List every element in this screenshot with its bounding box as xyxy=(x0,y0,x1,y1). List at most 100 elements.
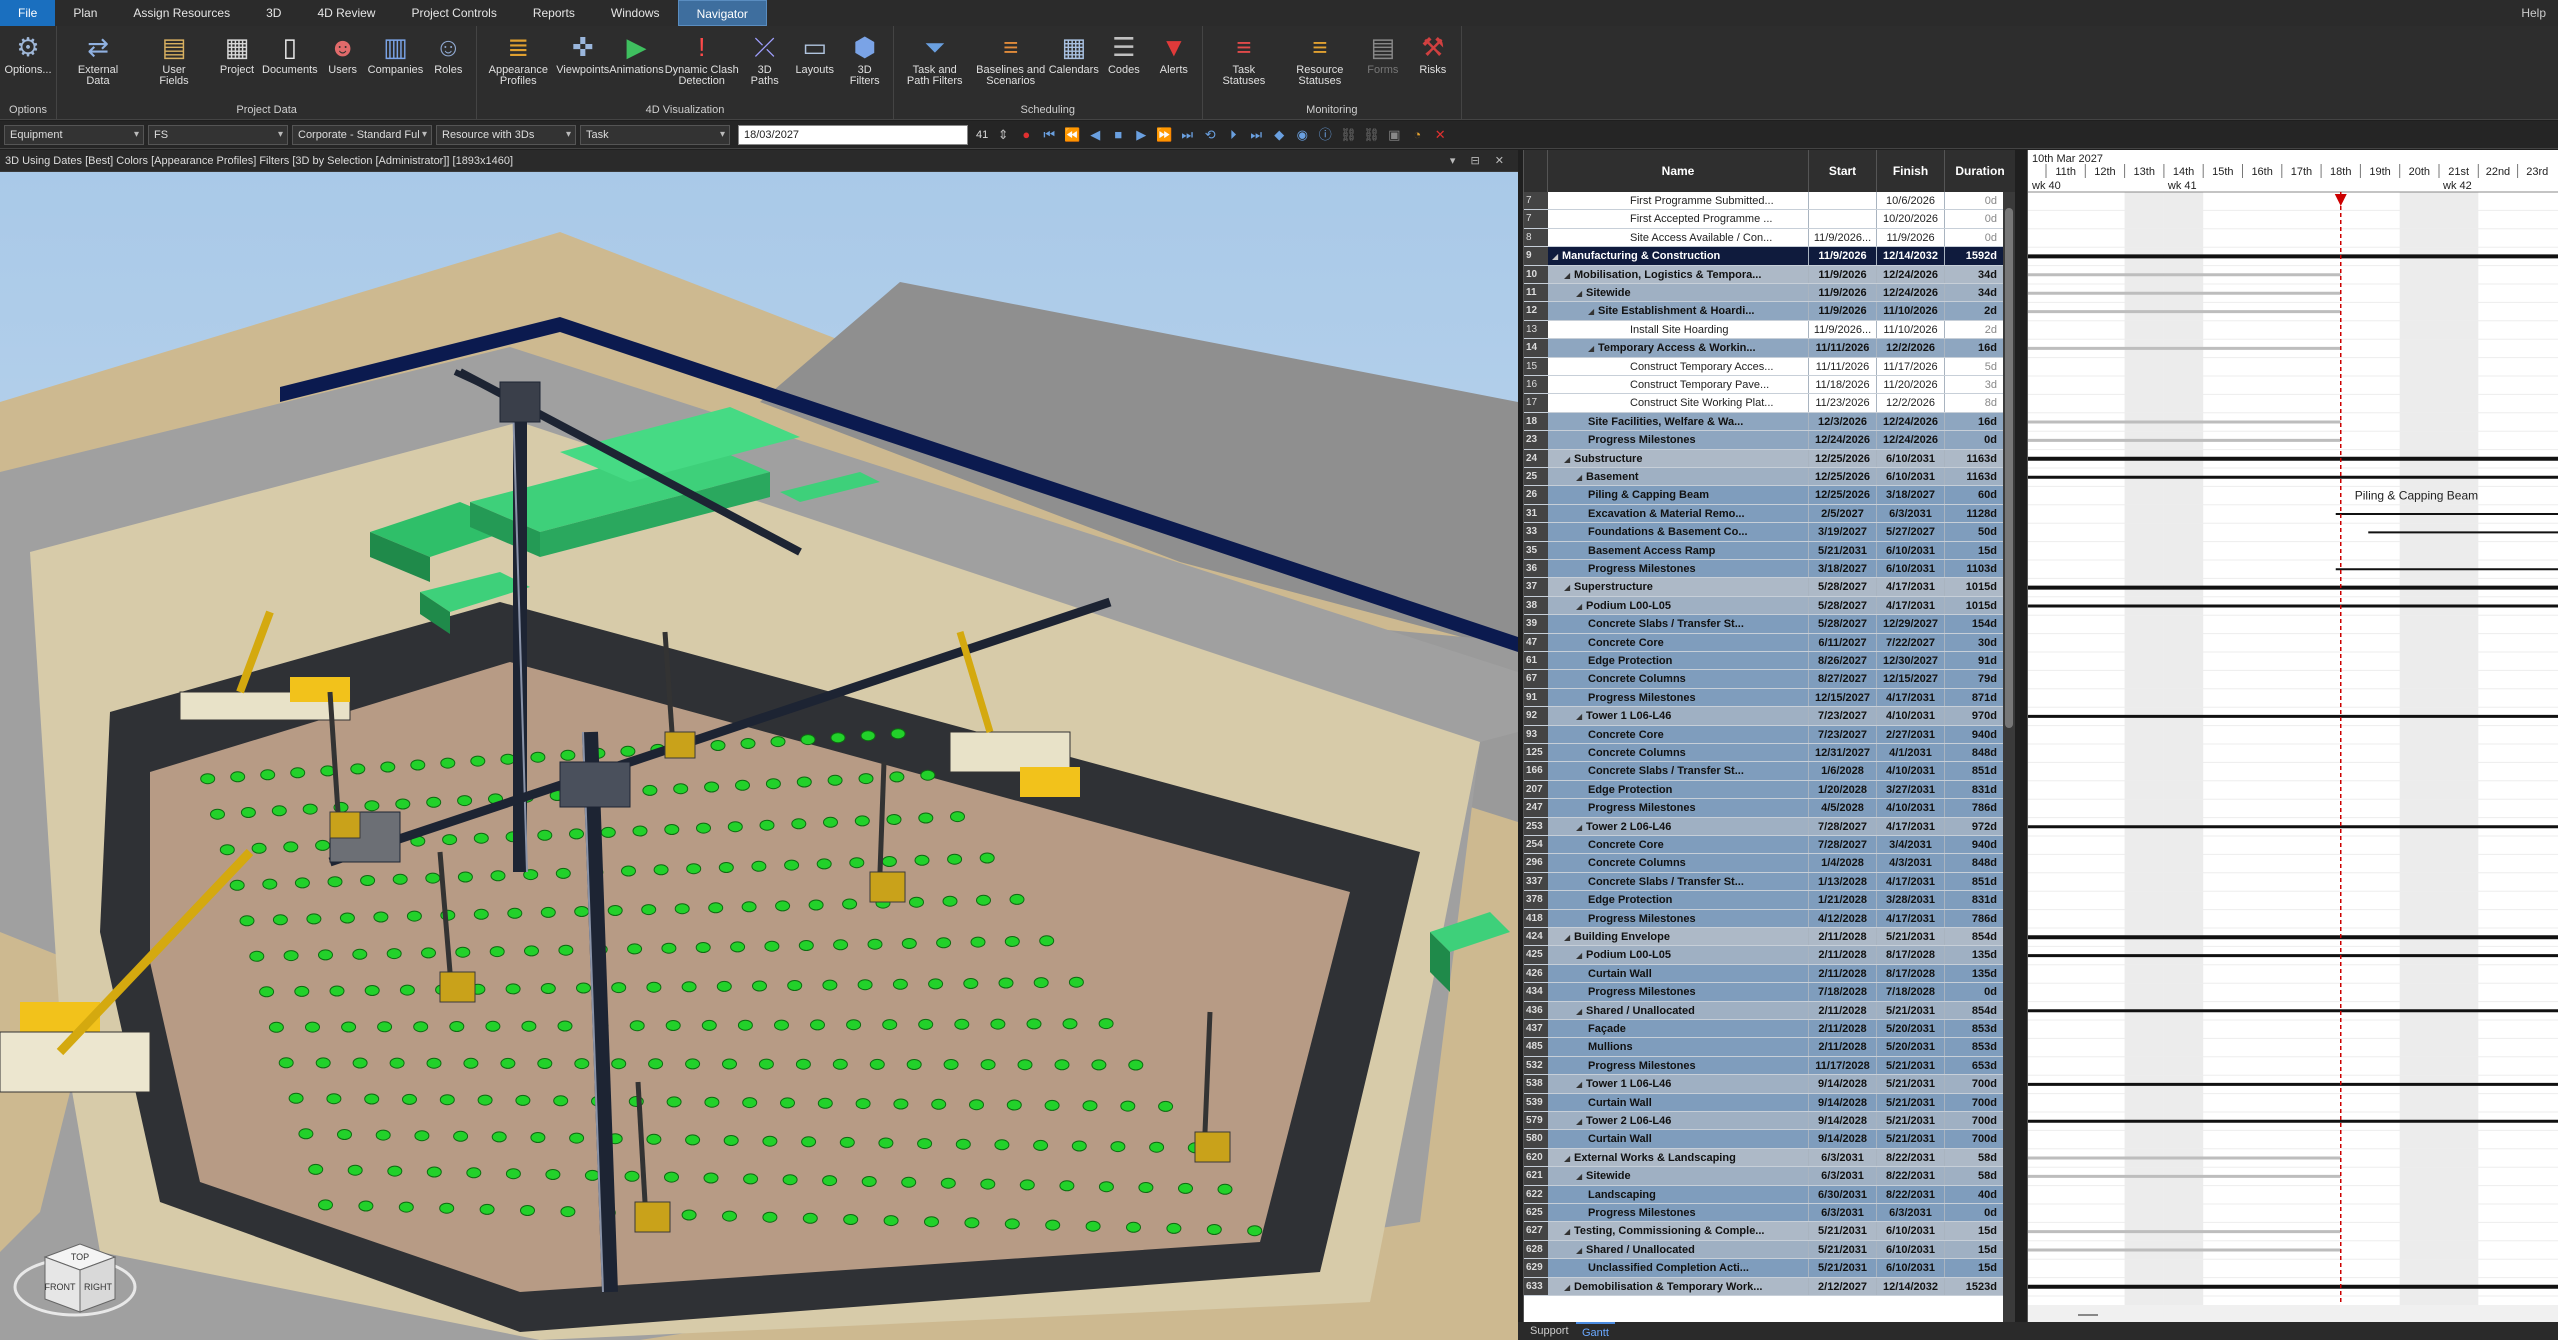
task-finish[interactable]: 5/21/2031 xyxy=(1877,928,1945,946)
viewport-window-controls[interactable]: ▾ ⊟ ✕ xyxy=(1450,150,1510,172)
task-start[interactable]: 7/28/2027 xyxy=(1809,817,1877,835)
task-finish[interactable]: 10/20/2026 xyxy=(1877,210,1945,228)
task-name-cell[interactable]: Construct Temporary Pave... xyxy=(1548,376,1809,394)
task-finish[interactable]: 6/10/2031 xyxy=(1877,1222,1945,1240)
task-finish[interactable]: 8/22/2031 xyxy=(1877,1148,1945,1167)
task-finish[interactable]: 4/17/2031 xyxy=(1877,817,1945,835)
collapse-toggle-icon[interactable]: ◢ xyxy=(1576,469,1586,485)
task-start[interactable]: 5/28/2027 xyxy=(1809,596,1877,615)
task-duration[interactable]: 940d xyxy=(1945,836,2003,853)
task-start[interactable]: 11/9/2026 xyxy=(1809,265,1877,283)
menu-tab-reports[interactable]: Reports xyxy=(515,0,593,26)
task-duration[interactable]: 2d xyxy=(1945,321,2003,338)
task-duration[interactable]: 831d xyxy=(1945,891,2003,908)
task-start[interactable]: 11/18/2026 xyxy=(1809,376,1877,394)
info-icon[interactable]: ⓘ xyxy=(1317,127,1333,143)
task-start[interactable]: 5/21/2031 xyxy=(1809,1222,1877,1240)
collapse-toggle-icon[interactable]: ◢ xyxy=(1576,819,1586,835)
task-finish[interactable]: 7/22/2027 xyxy=(1877,633,1945,651)
task-name-cell[interactable]: Concrete Columns xyxy=(1548,670,1809,688)
collapse-toggle-icon[interactable]: ◢ xyxy=(1564,267,1574,283)
task-row[interactable]: 337 Concrete Slabs / Transfer St... 1/13/2… xyxy=(1524,872,2015,892)
view-mode-icon[interactable]: ▣ xyxy=(1386,127,1402,143)
task-start[interactable]: 1/4/2028 xyxy=(1809,854,1877,872)
task-name-cell[interactable]: Edge Protection xyxy=(1548,780,1809,799)
stop-icon[interactable]: ■ xyxy=(1110,127,1126,143)
task-finish[interactable]: 4/1/2031 xyxy=(1877,744,1945,762)
task-finish[interactable]: 3/28/2031 xyxy=(1877,891,1945,909)
task-duration[interactable]: 15d xyxy=(1945,542,2003,559)
task-row[interactable]: 35 Basement Access Ramp 5/21/2031 6/10/2031… xyxy=(1524,541,2015,560)
task-duration[interactable]: 1128d xyxy=(1945,505,2003,522)
task-start[interactable]: 12/15/2027 xyxy=(1809,688,1877,707)
task-finish[interactable]: 11/20/2026 xyxy=(1877,376,1945,394)
task-name-cell[interactable]: Edge Protection xyxy=(1548,891,1809,909)
task-name-cell[interactable]: Site Access Available / Con... xyxy=(1548,228,1809,247)
task-duration[interactable]: 5d xyxy=(1945,358,2003,375)
task-name-cell[interactable]: Concrete Columns xyxy=(1548,854,1809,872)
unlink-icon[interactable]: ⛓ xyxy=(1363,127,1380,143)
task-duration[interactable]: 1015d xyxy=(1945,578,2003,595)
task-duration[interactable]: 0d xyxy=(1945,210,2003,227)
3d-viewport[interactable]: TOP FRONT RIGHT xyxy=(0,172,1518,1340)
task-duration[interactable]: 15d xyxy=(1945,1241,2003,1258)
collapse-toggle-icon[interactable]: ◢ xyxy=(1552,248,1562,264)
task-duration[interactable]: 0d xyxy=(1945,192,2003,209)
collapse-toggle-icon[interactable]: ◢ xyxy=(1576,1076,1586,1092)
task-start[interactable]: 7/23/2027 xyxy=(1809,725,1877,743)
collapse-toggle-icon[interactable]: ◢ xyxy=(1576,1242,1586,1258)
task-start[interactable]: 2/5/2027 xyxy=(1809,504,1877,523)
task-row[interactable]: 253 ◢ Tower 2 L06-L46 7/28/2027 4/17/2031 972… xyxy=(1524,817,2015,836)
task-start[interactable]: 2/11/2028 xyxy=(1809,1020,1877,1038)
collapse-toggle-icon[interactable]: ◢ xyxy=(1588,340,1598,356)
task-finish[interactable]: 4/17/2031 xyxy=(1877,872,1945,891)
collapse-toggle-icon[interactable]: ◢ xyxy=(1588,303,1598,319)
task-start[interactable]: 2/11/2028 xyxy=(1809,928,1877,946)
task-duration[interactable]: 854d xyxy=(1945,928,2003,945)
task-finish[interactable]: 4/3/2031 xyxy=(1877,854,1945,872)
task-finish[interactable]: 12/2/2026 xyxy=(1877,394,1945,412)
task-duration[interactable]: 700d xyxy=(1945,1130,2003,1147)
task-name-cell[interactable]: ◢ Shared / Unallocated xyxy=(1548,1240,1809,1259)
construction-site-scene[interactable]: TOP FRONT RIGHT xyxy=(0,172,1518,1340)
task-row[interactable]: 12 ◢ Site Establishment & Hoardi... 11/9/20… xyxy=(1524,302,2015,321)
task-row[interactable]: 26 Piling & Capping Beam 12/25/2026 3/18/20… xyxy=(1524,486,2015,505)
task-name-cell[interactable]: Install Site Hoarding xyxy=(1548,320,1809,339)
collapse-toggle-icon[interactable]: ◢ xyxy=(1576,708,1586,724)
task-row[interactable]: 9 ◢ Manufacturing & Construction 11/9/2026 1… xyxy=(1524,247,2015,266)
task-row[interactable]: 426 Curtain Wall 2/11/2028 8/17/2028 135d xyxy=(1524,964,2015,984)
frame-end-icon[interactable]: ⏭ xyxy=(1248,127,1264,143)
task-finish[interactable]: 12/30/2027 xyxy=(1877,652,1945,670)
task-start[interactable]: 11/11/2026 xyxy=(1809,357,1877,375)
play-back-icon[interactable]: ◀ xyxy=(1087,127,1103,143)
task-name-cell[interactable]: ◢ Building Envelope xyxy=(1548,928,1809,946)
task-finish[interactable]: 5/20/2031 xyxy=(1877,1038,1945,1056)
toolbar-dropdown-1[interactable]: Equipment xyxy=(4,124,144,145)
task-row[interactable]: 532 Progress Milestones 11/17/2028 5/21/203… xyxy=(1524,1056,2015,1076)
task-start[interactable]: 2/11/2028 xyxy=(1809,946,1877,964)
fast-forward-icon[interactable]: ⏭ xyxy=(1179,127,1195,143)
task-start[interactable]: 11/9/2026... xyxy=(1809,320,1877,339)
toolbar-dropdown-2[interactable]: FS xyxy=(148,124,288,145)
task-start[interactable]: 12/25/2026 xyxy=(1809,486,1877,504)
task-start[interactable]: 12/31/2027 xyxy=(1809,744,1877,762)
duration-column-header[interactable]: Duration xyxy=(1945,150,2015,192)
task-name-cell[interactable]: Excavation & Material Remo... xyxy=(1548,504,1809,523)
task-finish[interactable]: 6/10/2031 xyxy=(1877,449,1945,467)
task-start[interactable]: 11/9/2026... xyxy=(1809,228,1877,247)
task-row[interactable]: 13 Install Site Hoarding 11/9/2026... 11/10… xyxy=(1524,320,2015,340)
task-row[interactable]: 23 Progress Milestones 12/24/2026 12/24/202… xyxy=(1524,431,2015,450)
task-duration[interactable]: 154d xyxy=(1945,615,2003,632)
task-name-cell[interactable]: Progress Milestones xyxy=(1548,688,1809,707)
collapse-toggle-icon[interactable]: ◢ xyxy=(1564,1279,1574,1295)
task-name-cell[interactable]: Progress Milestones xyxy=(1548,983,1809,1001)
loop-icon[interactable]: ⟲ xyxy=(1202,127,1218,143)
task-row[interactable]: 247 Progress Milestones 4/5/2028 4/10/2031 7… xyxy=(1524,799,2015,818)
task-duration[interactable]: 848d xyxy=(1945,744,2003,761)
task-row[interactable]: 37 ◢ Superstructure 5/28/2027 4/17/2031 1015d xyxy=(1524,578,2015,597)
task-name-cell[interactable]: Concrete Columns xyxy=(1548,744,1809,762)
task-row[interactable]: 628 ◢ Shared / Unallocated 5/21/2031 6/10/20… xyxy=(1524,1240,2015,1260)
task-duration[interactable]: 1015d xyxy=(1945,597,2003,614)
task-name-cell[interactable]: Façade xyxy=(1548,1020,1809,1038)
task-row[interactable]: 436 ◢ Shared / Unallocated 2/11/2028 5/21/20… xyxy=(1524,1001,2015,1020)
